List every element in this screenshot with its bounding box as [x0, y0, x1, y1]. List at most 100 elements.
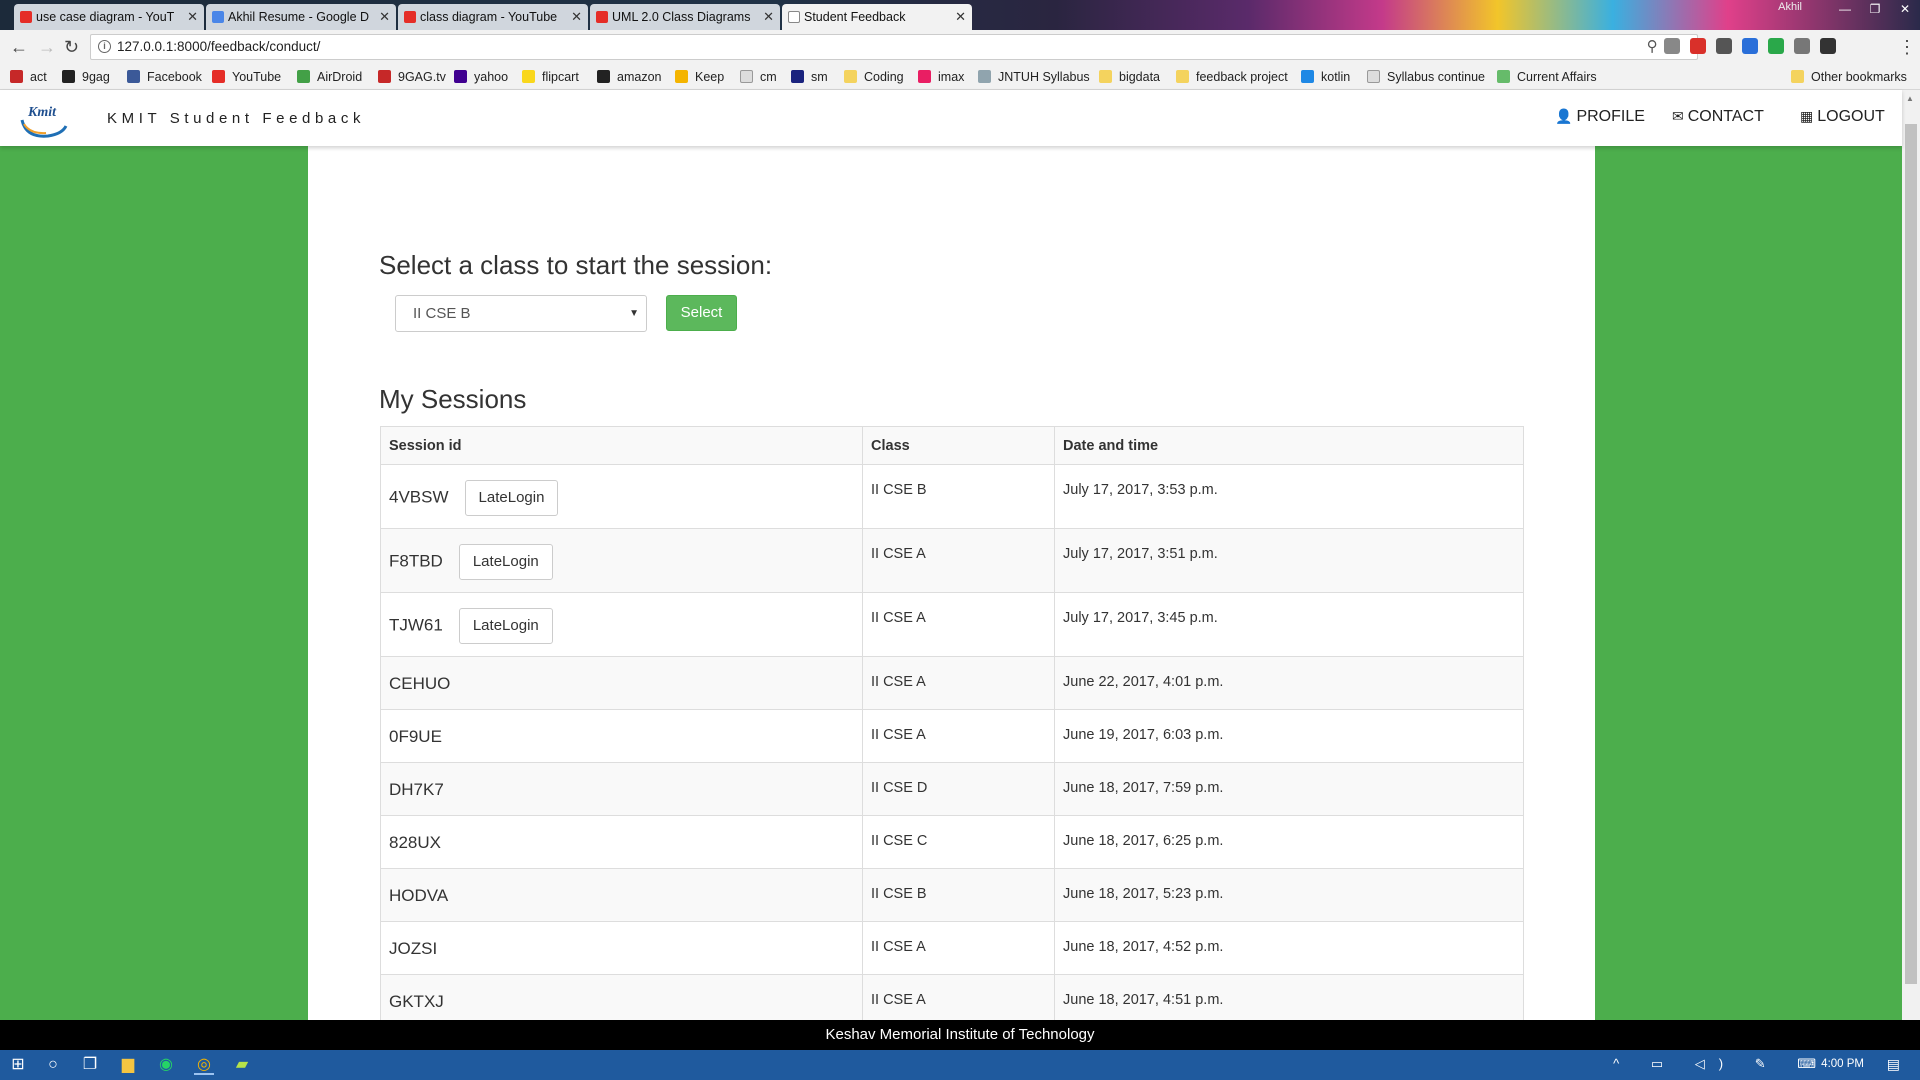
bookmark[interactable]: Syllabus continue — [1367, 69, 1485, 85]
extension-icon[interactable] — [1742, 38, 1758, 54]
task-view-icon[interactable]: ❐ — [80, 1055, 100, 1075]
browser-tab[interactable]: class diagram - YouTube ✕ — [398, 4, 588, 30]
bookmark[interactable]: sm — [791, 69, 828, 85]
adblock-icon[interactable] — [1690, 38, 1706, 54]
session-id-cell: TJW61 LateLogin — [380, 592, 863, 657]
close-tab-icon[interactable]: ✕ — [955, 4, 966, 30]
restore-icon[interactable]: ❐ — [1860, 0, 1890, 18]
whatsapp-icon[interactable]: ◉ — [156, 1055, 176, 1075]
select-class-button[interactable]: Select — [666, 295, 737, 331]
bookmark[interactable]: feedback project — [1176, 69, 1288, 85]
bookmark[interactable]: JNTUH Syllabus — [978, 69, 1090, 85]
browser-tab[interactable]: UML 2.0 Class Diagrams ✕ — [590, 4, 780, 30]
bookmark[interactable]: YouTube — [212, 69, 281, 85]
nav-contact[interactable]: ✉ CONTACT — [1672, 108, 1764, 126]
browser-tab[interactable]: Akhil Resume - Google D ✕ — [206, 4, 396, 30]
close-window-icon[interactable]: ✕ — [1890, 0, 1920, 18]
youtube-icon — [20, 11, 32, 23]
session-id-cell: F8TBD LateLogin — [380, 528, 863, 593]
extension-icon[interactable] — [1768, 38, 1784, 54]
bookmark[interactable]: bigdata — [1099, 69, 1160, 85]
bookmark[interactable]: 9GAG.tv — [378, 69, 446, 85]
session-datetime: June 18, 2017, 5:23 p.m. — [1054, 868, 1524, 922]
page-scrollbar[interactable]: ▲ ▼ — [1902, 90, 1920, 1050]
info-icon[interactable]: i — [98, 40, 111, 53]
extension-icon[interactable] — [1716, 38, 1732, 54]
late-login-button[interactable]: LateLogin — [458, 608, 553, 644]
reload-icon[interactable]: ↻ — [64, 37, 79, 57]
logo-text: Kmit — [27, 105, 57, 120]
back-icon[interactable]: ← — [10, 37, 28, 57]
session-datetime: July 17, 2017, 3:45 p.m. — [1054, 592, 1524, 657]
scroll-up-icon[interactable]: ▲ — [1906, 94, 1914, 103]
windows-start-icon[interactable]: ⊞ — [8, 1055, 28, 1075]
bookmark[interactable]: Keep — [675, 69, 724, 85]
bookmark-favicon-icon — [297, 70, 310, 83]
bookmark[interactable]: act — [10, 69, 47, 85]
nav-logout[interactable]: ▦ LOGOUT — [1800, 108, 1885, 126]
class-select-dropdown[interactable]: II CSE B ▼ — [395, 295, 647, 332]
session-id: 0F9UE — [380, 709, 863, 763]
bookmark-favicon-icon — [1301, 70, 1314, 83]
minimize-icon[interactable]: — — [1830, 0, 1860, 18]
header-session-id: Session id — [380, 426, 863, 465]
nav-contact-label: CONTACT — [1687, 108, 1764, 125]
address-bar[interactable]: i 127.0.0.1:8000/feedback/conduct/ ⚲☆ — [90, 34, 1698, 60]
chrome-menu-icon[interactable]: ⋮ — [1898, 37, 1916, 57]
bookmark[interactable]: AirDroid — [297, 69, 362, 85]
bookmark-label: AirDroid — [317, 70, 363, 84]
close-tab-icon[interactable]: ✕ — [763, 4, 774, 30]
tab-title: UML 2.0 Class Diagrams — [612, 10, 751, 24]
page-footer: Keshav Memorial Institute of Technology — [0, 1020, 1920, 1050]
bookmark-label: kotlin — [1321, 70, 1351, 84]
bookmark-favicon-icon — [212, 70, 225, 83]
session-class: II CSE D — [862, 762, 1055, 816]
bookmark[interactable]: imax — [918, 69, 964, 85]
bookmark[interactable]: kotlin — [1301, 69, 1350, 85]
bookmark[interactable]: yahoo — [454, 69, 508, 85]
bookmark[interactable]: Current Affairs — [1497, 69, 1597, 85]
windows-taskbar: ⊞ ○ ❐ ▆ ◉ ◎ ▰ ^ ▭ ◁) ✎ ⌨ 4:00 PM ▤ — [0, 1050, 1920, 1080]
bookmark[interactable]: cm — [740, 69, 777, 85]
extension-icon[interactable] — [1794, 38, 1810, 54]
extension-icon[interactable] — [1820, 38, 1836, 54]
system-tray-icons[interactable]: ^ ▭ ◁) ✎ ⌨ — [1613, 1056, 1830, 1072]
nav-profile[interactable]: 👤 PROFILE — [1555, 108, 1645, 126]
late-login-button[interactable]: LateLogin — [464, 480, 559, 516]
session-class: II CSE A — [862, 528, 1055, 593]
user-icon: 👤 — [1555, 108, 1573, 124]
pycharm-icon[interactable]: ▰ — [232, 1055, 252, 1075]
browser-tab-bar: use case diagram - YouT ✕ Akhil Resume -… — [0, 0, 1920, 30]
browser-tab[interactable]: use case diagram - YouT ✕ — [14, 4, 204, 30]
session-id: HODVA — [380, 868, 863, 922]
file-explorer-icon[interactable]: ▆ — [118, 1055, 138, 1075]
extension-icon[interactable] — [1664, 38, 1680, 54]
bookmark[interactable]: 9gag — [62, 69, 110, 85]
close-tab-icon[interactable]: ✕ — [379, 4, 390, 30]
chrome-icon[interactable]: ◎ — [194, 1055, 214, 1075]
bookmark-label: Other bookmarks — [1811, 70, 1907, 84]
bookmark[interactable]: Facebook — [127, 69, 202, 85]
browser-tab-active[interactable]: Student Feedback ✕ — [782, 4, 972, 30]
nav-logout-label: LOGOUT — [1817, 108, 1885, 125]
bookmark-label: Coding — [864, 70, 904, 84]
page-icon — [788, 11, 800, 23]
scrollbar-thumb[interactable] — [1905, 124, 1917, 984]
other-bookmarks[interactable]: Other bookmarks — [1791, 69, 1907, 85]
close-tab-icon[interactable]: ✕ — [571, 4, 582, 30]
close-tab-icon[interactable]: ✕ — [187, 4, 198, 30]
bookmark-label: 9GAG.tv — [398, 70, 446, 84]
taskbar-clock[interactable]: 4:00 PM — [1821, 1058, 1864, 1070]
bookmark[interactable]: Coding — [844, 69, 904, 85]
forward-icon[interactable]: → — [38, 37, 56, 57]
bookmark[interactable]: flipcart — [522, 69, 579, 85]
chrome-profile-name[interactable]: Akhil — [1778, 1, 1802, 13]
late-login-button[interactable]: LateLogin — [458, 544, 553, 580]
bookmark[interactable]: amazon — [597, 69, 661, 85]
url-text[interactable]: 127.0.0.1:8000/feedback/conduct/ — [117, 39, 320, 54]
brand-title[interactable]: KMIT Student Feedback — [107, 110, 365, 127]
bookmark-label: JNTUH Syllabus — [998, 70, 1090, 84]
kmit-logo[interactable]: Kmit — [18, 98, 70, 140]
notification-center-icon[interactable]: ▤ — [1887, 1056, 1900, 1073]
cortana-search-icon[interactable]: ○ — [43, 1055, 63, 1075]
